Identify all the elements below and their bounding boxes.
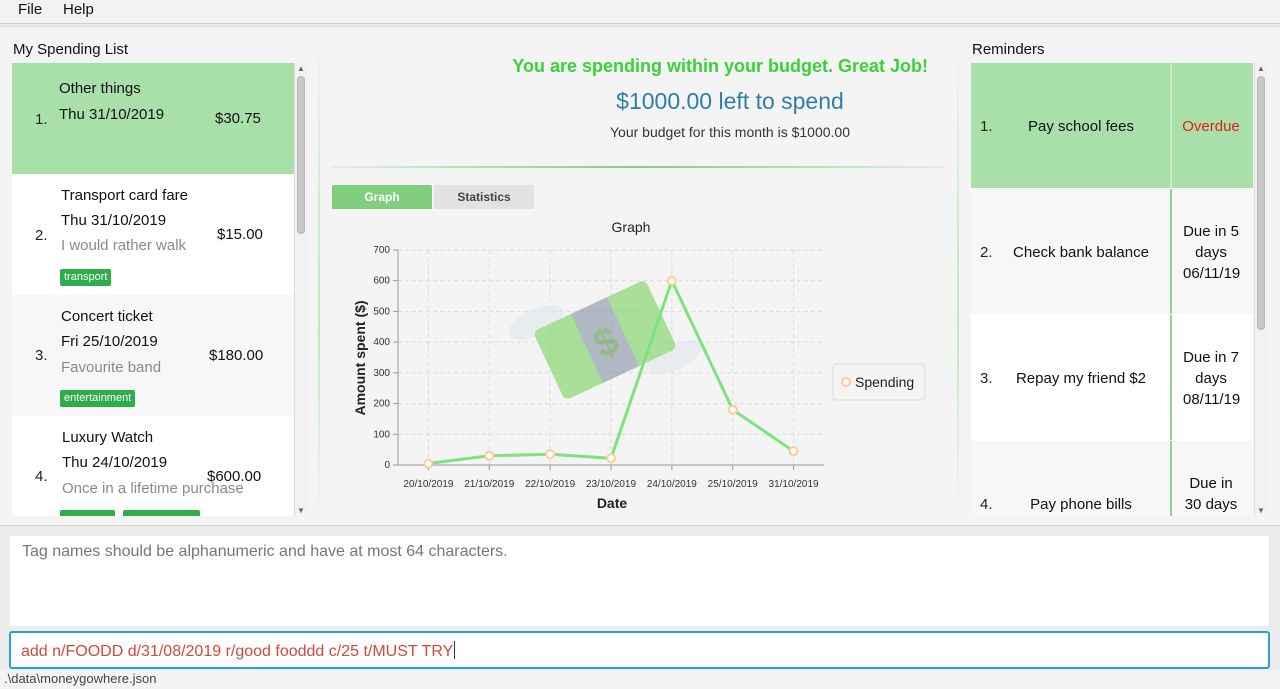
chart-title: Graph — [612, 219, 651, 235]
budget-divider — [330, 166, 945, 168]
spending-name: Other things — [59, 80, 141, 97]
left-to-spend: $1000.00 left to spend — [616, 88, 844, 114]
reminder-description: Repay my friend $2 — [1015, 370, 1147, 387]
reminder-status: Due in 7 days 08/11/19 — [1183, 349, 1241, 408]
x-tick-label: 23/10/2019 — [586, 479, 636, 490]
spending-name: Transport card fare — [61, 187, 188, 204]
budget-status-message: You are spending within your budget. Gre… — [512, 56, 928, 76]
reminder-description: Pay phone bills — [1030, 496, 1132, 513]
reminders-list[interactable]: 1. Pay school fees Overdue 2. Check bank… — [971, 63, 1253, 516]
data-point — [788, 446, 799, 457]
y-tick-label: 0 — [384, 460, 390, 471]
x-tick-label: 25/10/2019 — [708, 479, 758, 490]
app-window: File Help My Spending List 1. Other thin… — [0, 0, 1280, 689]
spending-cost: $15.00 — [217, 226, 263, 243]
result-display: Tag names should be alphanumeric and hav… — [10, 536, 1269, 626]
reminders-title: Reminders — [972, 41, 1045, 58]
y-tick-label: 300 — [373, 368, 390, 379]
spending-chart: Graph $ 010020030040050060070020/10/2019… — [352, 219, 926, 511]
scroll-down-arrow[interactable]: ▼ — [296, 506, 306, 515]
reminder-description: Pay school fees — [1028, 118, 1134, 135]
reminders-scroll-thumb[interactable] — [1257, 76, 1265, 330]
spending-name: Luxury Watch — [62, 429, 154, 446]
tag-transport: transport — [60, 269, 112, 286]
left-separator — [318, 40, 320, 516]
spending-card-3[interactable]: 3. Concert ticket Fri 25/10/2019 Favouri… — [12, 295, 294, 416]
spending-scroll-thumb[interactable] — [297, 76, 305, 234]
y-tick-label: 400 — [373, 337, 390, 348]
x-tick-label: 24/10/2019 — [647, 479, 697, 490]
command-input[interactable]: add n/FOODD d/31/08/2019 r/good fooddd c… — [9, 631, 1270, 669]
reminder-card-4[interactable]: 4. Pay phone bills Due in 30 days — [971, 441, 1253, 516]
spending-index: 4. — [35, 468, 48, 485]
y-tick-label: 700 — [373, 245, 390, 256]
spending-index: 2. — [35, 227, 48, 244]
spending-date: Thu 31/10/2019 — [61, 212, 167, 229]
spending-index: 3. — [35, 347, 48, 364]
spending-date: Thu 31/10/2019 — [59, 106, 165, 123]
spending-cost: $180.00 — [209, 347, 264, 364]
legend-marker — [841, 377, 851, 387]
data-point — [606, 453, 616, 464]
spending-date: Thu 24/10/2019 — [62, 454, 168, 471]
result-message: Tag names should be alphanumeric and hav… — [22, 543, 508, 560]
status-bar: .\data\moneygowhere.json — [0, 670, 1280, 689]
data-point — [666, 275, 677, 286]
reminder-status: Due in 30 days — [1184, 475, 1238, 513]
x-tick-label: 21/10/2019 — [464, 479, 514, 490]
spending-remark: I would rather walk — [61, 237, 187, 254]
tag-entertainment: entertainment — [60, 390, 136, 407]
y-tick-label: 100 — [373, 429, 390, 440]
tab-statistics[interactable]: Statistics — [434, 185, 534, 209]
scroll-down-arrow[interactable]: ▼ — [1256, 506, 1266, 515]
spending-index: 1. — [35, 111, 48, 128]
tag-chip — [123, 510, 200, 516]
legend-label: Spending — [855, 374, 914, 390]
reminder-status: Overdue — [1182, 118, 1240, 135]
data-point — [727, 404, 738, 415]
spending-cost: $600.00 — [207, 468, 262, 485]
reminder-card-2[interactable]: 2. Check bank balance Due in 5 days 06/1… — [971, 189, 1253, 314]
spending-list-title: My Spending List — [13, 41, 129, 58]
spending-cost: $30.75 — [215, 110, 261, 127]
data-point — [545, 449, 556, 460]
spending-name: Concert ticket — [61, 308, 153, 325]
menu-file[interactable]: File — [18, 1, 42, 18]
tag-chip — [60, 510, 115, 516]
reminder-status: Due in 5 days 06/11/19 — [1183, 223, 1241, 282]
menu-bar: File Help — [0, 0, 1280, 24]
scroll-up-arrow[interactable]: ▲ — [296, 64, 306, 73]
reminder-card-1[interactable]: 1. Pay school fees Overdue — [971, 63, 1253, 188]
tab-graph[interactable]: Graph — [332, 185, 432, 209]
spending-card-2[interactable]: 2. Transport card fare Thu 31/10/2019 I … — [12, 174, 294, 295]
reminder-card-3[interactable]: 3. Repay my friend $2 Due in 7 days 08/1… — [971, 315, 1253, 440]
status-file-path: .\data\moneygowhere.json — [4, 671, 157, 686]
scroll-up-arrow[interactable]: ▲ — [1256, 64, 1266, 73]
spending-card-1[interactable]: 1. Other things Thu 31/10/2019 $30.75 — [12, 63, 294, 174]
chart-xlabel: Date — [597, 495, 628, 511]
x-tick-label: 31/10/2019 — [769, 479, 819, 490]
spending-list[interactable]: 1. Other things Thu 31/10/2019 $30.75 2.… — [12, 63, 294, 516]
command-text[interactable]: add n/FOODD d/31/08/2019 r/good fooddd c… — [21, 641, 455, 661]
spending-card-4[interactable]: 4. Luxury Watch Thu 24/10/2019 Once in a… — [12, 416, 294, 516]
budget-line: Your budget for this month is $1000.00 — [610, 124, 850, 140]
y-tick-label: 600 — [373, 276, 390, 287]
data-point — [484, 450, 495, 461]
x-tick-label: 22/10/2019 — [525, 479, 575, 490]
y-tick-label: 500 — [373, 306, 390, 317]
chart-legend: Spending — [832, 363, 926, 401]
y-tick-label: 200 — [373, 399, 390, 410]
data-point — [423, 458, 434, 469]
reminder-description: Check bank balance — [1013, 244, 1149, 261]
menu-help[interactable]: Help — [63, 1, 94, 18]
spending-date: Fri 25/10/2019 — [61, 333, 158, 350]
x-tick-label: 20/10/2019 — [403, 479, 453, 490]
chart-ylabel: Amount spent ($) — [352, 300, 368, 415]
spending-remark: Favourite band — [61, 359, 162, 376]
